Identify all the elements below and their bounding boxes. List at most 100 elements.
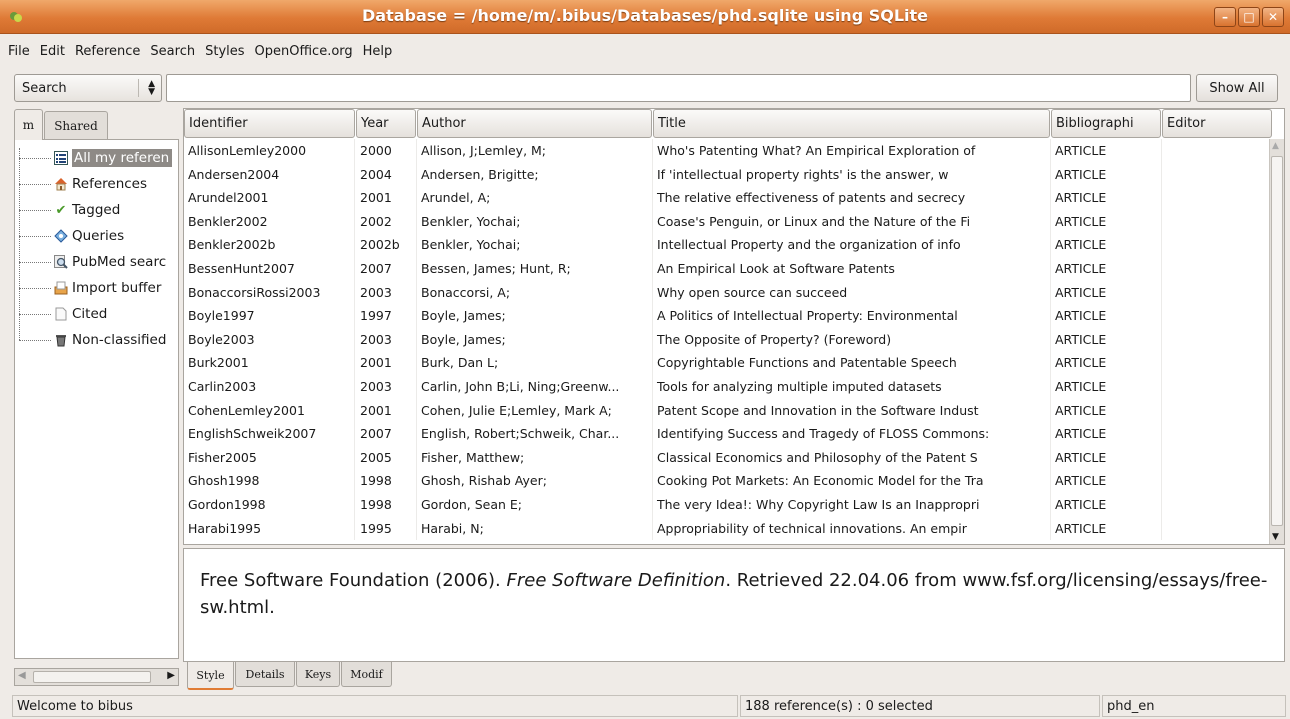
column-header-identifier[interactable]: Identifier	[184, 109, 355, 138]
column-header-bibliographic-type[interactable]: Bibliographi	[1051, 109, 1161, 138]
scroll-up-arrow-icon[interactable]: ▲	[1272, 141, 1279, 151]
tree-item-label: All my referen	[72, 149, 173, 167]
tree-item-non-classified[interactable]: Non-classified	[15, 328, 166, 352]
menu-help[interactable]: Help	[363, 44, 400, 59]
search-mode-select[interactable]: Search ▲ ▼	[14, 74, 162, 102]
table-row[interactable]: Boyle1997 1997 Boyle, James; A Politics of …	[184, 304, 1270, 328]
show-all-button[interactable]: Show All	[1196, 74, 1278, 102]
search-input[interactable]	[166, 74, 1191, 102]
table-row[interactable]: Arundel2001 2001 Arundel, A; The relative e…	[184, 186, 1270, 210]
citation-preview: Free Software Foundation (2006). Free So…	[183, 548, 1285, 662]
tree-item-label: Import buffer	[72, 280, 162, 296]
cell-identifier: Boyle2003	[184, 327, 355, 352]
cell-author: Boyle, James;	[417, 304, 653, 328]
tree-item-references[interactable]: References	[15, 172, 147, 196]
reference-table: Identifier Year Author Title Bibliograph…	[183, 108, 1285, 545]
cell-type: ARTICLE	[1051, 280, 1162, 305]
table-row[interactable]: Gordon1998 1998 Gordon, Sean E; The very Id…	[184, 492, 1270, 517]
column-header-year[interactable]: Year	[356, 109, 416, 138]
menu-openoffice[interactable]: OpenOffice.org	[255, 44, 360, 59]
tab-keys[interactable]: Keys	[296, 662, 340, 687]
tab-details[interactable]: Details	[235, 662, 295, 687]
scroll-down-arrow-icon[interactable]: ▼	[1272, 532, 1279, 542]
cell-identifier: Benkler2002b	[184, 233, 355, 257]
cell-type: ARTICLE	[1051, 256, 1162, 281]
checkmark-icon: ✔	[55, 202, 67, 218]
cell-year: 1997	[356, 304, 417, 328]
tree-item-pubmed-search[interactable]: PubMed searc	[15, 250, 166, 274]
cell-identifier: Ghosh1998	[184, 469, 355, 493]
cell-author: Andersen, Brigitte;	[417, 162, 653, 187]
cell-editor	[1162, 469, 1270, 493]
column-header-title[interactable]: Title	[653, 109, 1050, 138]
trash-icon	[53, 332, 69, 348]
scroll-left-arrow-icon[interactable]: ◀	[18, 670, 26, 681]
cell-editor	[1162, 492, 1270, 517]
tab-style[interactable]: Style	[187, 662, 234, 690]
table-row[interactable]: Boyle2003 2003 Boyle, James; The Opposite o…	[184, 327, 1270, 352]
menu-file[interactable]: File	[8, 44, 37, 59]
cell-title: Cooking Pot Markets: An Economic Model f…	[653, 469, 1051, 493]
column-header-editor[interactable]: Editor	[1162, 109, 1272, 138]
tree-item-cited[interactable]: Cited	[15, 302, 107, 326]
cell-year: 2007	[356, 422, 417, 446]
cell-author: Burk, Dan L;	[417, 351, 653, 375]
table-row[interactable]: BessenHunt2007 2007 Bessen, James; Hunt, R…	[184, 256, 1270, 281]
table-row[interactable]: Harabi1995 1995 Harabi, N; Appropriability …	[184, 516, 1270, 541]
cell-identifier: Carlin2003	[184, 374, 355, 399]
cell-editor	[1162, 516, 1270, 541]
cell-type: ARTICLE	[1051, 492, 1162, 517]
scroll-right-arrow-icon[interactable]: ▶	[167, 670, 175, 681]
table-row[interactable]: Andersen2004 2004 Andersen, Brigitte; If 'i…	[184, 162, 1270, 187]
table-row[interactable]: EnglishSchweik2007 2007 English, Robert;Sc…	[184, 422, 1270, 446]
table-row[interactable]: Benkler2002 2002 Benkler, Yochai; Coase's P…	[184, 209, 1270, 234]
tab-m[interactable]: m	[14, 109, 43, 140]
table-row[interactable]: BonaccorsiRossi2003 2003 Bonaccorsi, A; Why…	[184, 280, 1270, 305]
table-row[interactable]: CohenLemley2001 2001 Cohen, Julie E;Lemley…	[184, 398, 1270, 423]
cell-title: The very Idea!: Why Copyright Law Is an …	[653, 492, 1051, 517]
cell-type: ARTICLE	[1051, 469, 1162, 493]
table-vertical-scrollbar[interactable]: ▲ ▼	[1269, 139, 1284, 544]
tree-item-tagged[interactable]: ✔ Tagged	[15, 198, 120, 222]
table-row[interactable]: Benkler2002b 2002b Benkler, Yochai; Intelle…	[184, 233, 1270, 257]
table-row[interactable]: Burk2001 2001 Burk, Dan L; Copyrightable Fu…	[184, 351, 1270, 375]
menu-styles[interactable]: Styles	[205, 44, 251, 59]
cell-author: Harabi, N;	[417, 516, 653, 541]
cell-identifier: Benkler2002	[184, 209, 355, 234]
cell-title: An Empirical Look at Software Patents	[653, 256, 1051, 281]
tree-horizontal-scrollbar[interactable]: ◀ ▶	[14, 668, 179, 686]
inbox-icon	[53, 280, 69, 296]
table-row[interactable]: Carlin2003 2003 Carlin, John B;Li, Ning;Gr…	[184, 374, 1270, 399]
cell-editor	[1162, 233, 1270, 257]
cell-title: The relative effectiveness of patents an…	[653, 186, 1051, 210]
minimize-icon[interactable]: –	[1214, 7, 1236, 27]
tab-shared[interactable]: Shared	[44, 111, 108, 139]
close-icon[interactable]: ✕	[1262, 7, 1284, 27]
cell-title: The Opposite of Property? (Foreword)	[653, 327, 1051, 352]
status-message: Welcome to bibus	[12, 695, 738, 717]
tree-item-import-buffer[interactable]: Import buffer	[15, 276, 161, 300]
tab-modif[interactable]: Modif	[341, 662, 392, 687]
cell-type: ARTICLE	[1051, 162, 1162, 187]
table-row[interactable]: AllisonLemley2000 2000 Allison, J;Lemley, …	[184, 139, 1270, 163]
menu-edit[interactable]: Edit	[40, 44, 72, 59]
tree-item-queries[interactable]: Queries	[15, 224, 124, 248]
menu-reference[interactable]: Reference	[75, 44, 147, 59]
scrollbar-thumb[interactable]	[33, 671, 151, 683]
cell-author: English, Robert;Schweik, Char...	[417, 422, 653, 446]
cell-identifier: Burk2001	[184, 351, 355, 375]
cell-type: ARTICLE	[1051, 209, 1162, 234]
tree-item-all-my-references[interactable]: All my referen	[15, 146, 173, 170]
cell-editor	[1162, 139, 1270, 163]
table-row[interactable]: Ghosh1998 1998 Ghosh, Rishab Ayer; Cooking …	[184, 469, 1270, 493]
column-header-author[interactable]: Author	[417, 109, 652, 138]
cell-identifier: BessenHunt2007	[184, 256, 355, 281]
table-row[interactable]: Fisher2005 2005 Fisher, Matthew; Classical …	[184, 445, 1270, 470]
cell-identifier: Boyle1997	[184, 304, 355, 328]
cell-year: 2000	[356, 139, 417, 163]
menu-search[interactable]: Search	[150, 44, 202, 59]
cell-identifier: Harabi1995	[184, 516, 355, 541]
cell-type: ARTICLE	[1051, 233, 1162, 257]
maximize-icon[interactable]: □	[1238, 7, 1260, 27]
scrollbar-thumb[interactable]	[1271, 156, 1283, 526]
